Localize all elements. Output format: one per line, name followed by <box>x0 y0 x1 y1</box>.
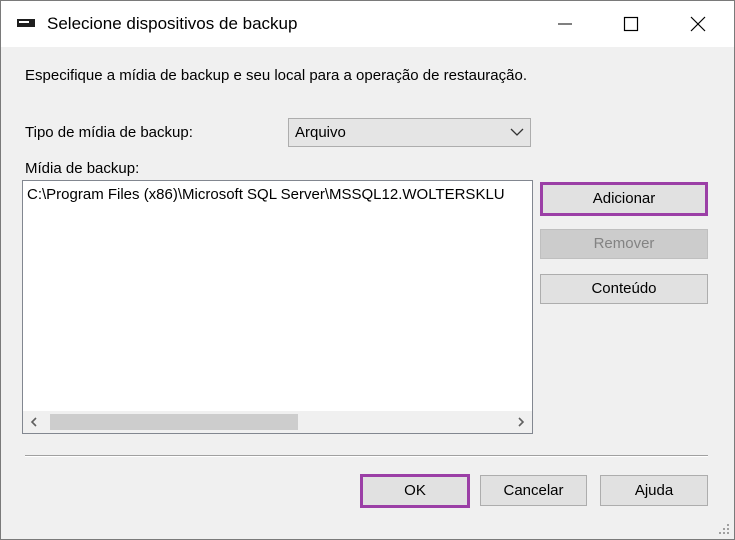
contents-button[interactable]: Conteúdo <box>540 274 708 304</box>
media-type-label: Tipo de mídia de backup: <box>25 124 193 141</box>
separator <box>25 455 708 457</box>
help-button[interactable]: Ajuda <box>600 475 708 506</box>
chevron-down-icon <box>510 128 524 136</box>
remove-button[interactable]: Remover <box>540 229 708 259</box>
chevron-left-icon <box>30 417 37 427</box>
close-icon <box>690 16 706 32</box>
maximize-icon <box>623 16 639 32</box>
ok-button-label: OK <box>404 482 426 499</box>
backup-devices-dialog: Selecione dispositivos de backup Especif… <box>0 0 735 540</box>
minimize-button[interactable] <box>542 1 588 47</box>
backup-media-label: Mídia de backup: <box>25 160 140 177</box>
title-bar[interactable]: Selecione dispositivos de backup <box>1 1 734 47</box>
add-button-label: Adicionar <box>592 190 656 207</box>
media-type-selected: Arquivo <box>295 124 346 141</box>
add-button[interactable]: Adicionar <box>540 182 708 216</box>
backup-media-list[interactable]: C:\Program Files (x86)\Microsoft SQL Ser… <box>22 180 533 434</box>
minimize-icon <box>558 23 572 25</box>
scroll-thumb[interactable] <box>50 414 298 430</box>
remove-button-label: Remover <box>593 235 655 252</box>
help-button-label: Ajuda <box>634 482 674 499</box>
horizontal-scrollbar[interactable] <box>23 411 532 433</box>
cancel-button[interactable]: Cancelar <box>480 475 587 506</box>
list-item[interactable]: C:\Program Files (x86)\Microsoft SQL Ser… <box>27 186 505 203</box>
instructions-text: Especifique a mídia de backup e seu loca… <box>25 67 527 84</box>
maximize-button[interactable] <box>608 1 654 47</box>
resize-grip-icon[interactable] <box>717 522 731 536</box>
media-type-select[interactable]: Arquivo <box>288 118 531 147</box>
cancel-button-label: Cancelar <box>503 482 564 499</box>
close-button[interactable] <box>675 1 721 47</box>
contents-button-label: Conteúdo <box>591 280 657 297</box>
window-title: Selecione dispositivos de backup <box>47 14 298 33</box>
scroll-left-button[interactable] <box>23 411 45 433</box>
chevron-right-icon <box>518 417 525 427</box>
ok-button[interactable]: OK <box>360 474 470 508</box>
scroll-right-button[interactable] <box>510 411 532 433</box>
drive-icon <box>17 19 35 27</box>
